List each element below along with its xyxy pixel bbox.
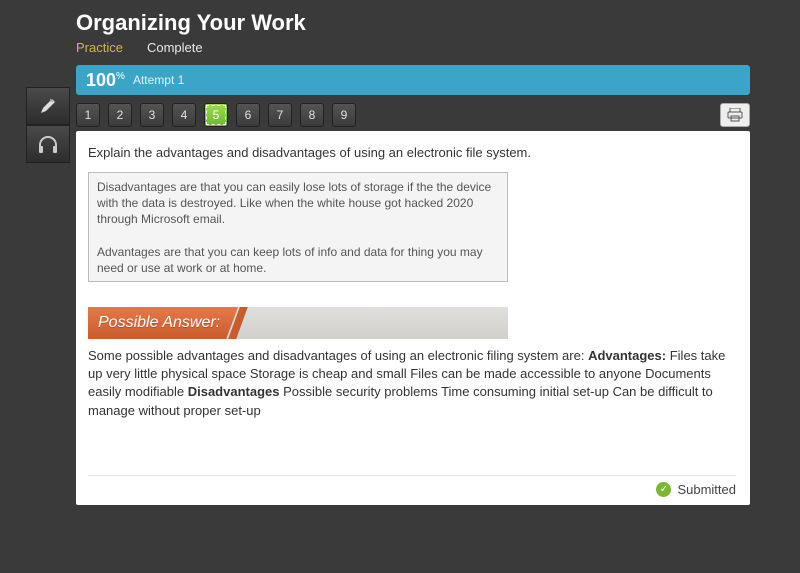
progress-bar: 100% Attempt 1 bbox=[76, 65, 750, 95]
attempt-label: Attempt 1 bbox=[133, 73, 184, 87]
question-prompt: Explain the advantages and disadvantages… bbox=[88, 145, 738, 160]
headphones-tool[interactable] bbox=[26, 125, 70, 163]
pencil-icon bbox=[38, 96, 58, 116]
printer-icon bbox=[727, 108, 743, 122]
panel-footer: ✓ Submitted bbox=[88, 475, 736, 497]
question-nav: 123456789 bbox=[76, 103, 714, 127]
check-icon: ✓ bbox=[656, 482, 671, 497]
possible-answer-header: Possible Answer: bbox=[88, 307, 508, 339]
question-nav-6[interactable]: 6 bbox=[236, 103, 260, 127]
question-nav-3[interactable]: 3 bbox=[140, 103, 164, 127]
question-nav-4[interactable]: 4 bbox=[172, 103, 196, 127]
headphones-icon bbox=[37, 134, 59, 154]
status-label: Submitted bbox=[677, 482, 736, 497]
possible-answer-text: Some possible advantages and disadvantag… bbox=[88, 347, 738, 420]
toolbar: 123456789 bbox=[0, 103, 800, 127]
advantages-label: Advantages: bbox=[588, 348, 666, 363]
possible-prefix: Some possible advantages and disadvantag… bbox=[88, 348, 588, 363]
pencil-tool[interactable] bbox=[26, 87, 70, 125]
print-button[interactable] bbox=[720, 103, 750, 127]
side-tools bbox=[26, 87, 70, 163]
question-nav-1[interactable]: 1 bbox=[76, 103, 100, 127]
question-nav-7[interactable]: 7 bbox=[268, 103, 292, 127]
possible-answer-label: Possible Answer: bbox=[88, 307, 238, 339]
question-nav-8[interactable]: 8 bbox=[300, 103, 324, 127]
percent-unit: % bbox=[116, 71, 125, 82]
header: Organizing Your Work Practice Complete bbox=[0, 0, 800, 59]
student-response[interactable] bbox=[88, 172, 508, 282]
question-nav-2[interactable]: 2 bbox=[108, 103, 132, 127]
tab-complete[interactable]: Complete bbox=[147, 40, 203, 55]
disadvantages-label: Disadvantages bbox=[188, 384, 280, 399]
header-tabs: Practice Complete bbox=[76, 40, 800, 55]
page-title: Organizing Your Work bbox=[76, 10, 800, 36]
question-nav-9[interactable]: 9 bbox=[332, 103, 356, 127]
question-panel: Explain the advantages and disadvantages… bbox=[76, 131, 750, 505]
percent-value: 100 bbox=[86, 70, 116, 90]
question-nav-5[interactable]: 5 bbox=[204, 103, 228, 127]
tab-practice[interactable]: Practice bbox=[76, 40, 123, 55]
progress-percent: 100% bbox=[86, 70, 125, 91]
